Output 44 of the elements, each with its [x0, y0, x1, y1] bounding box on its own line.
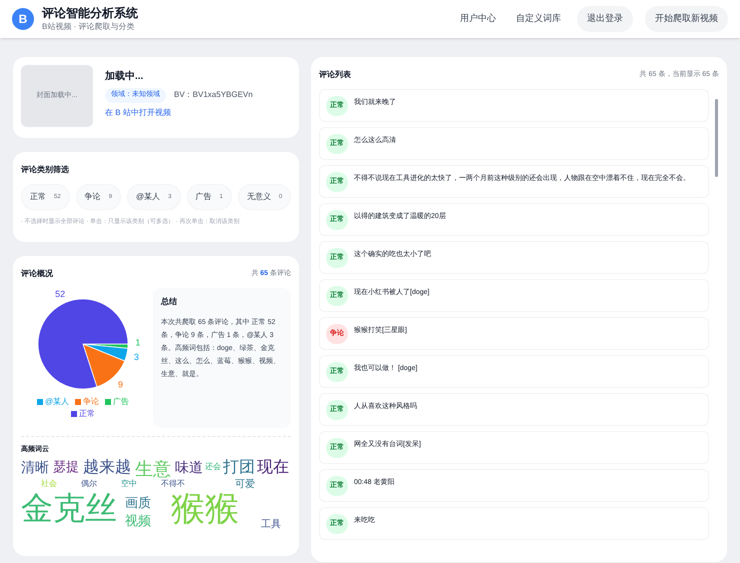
nav-link[interactable]: 自定义词库	[512, 12, 565, 26]
legend-label: 正常	[79, 408, 95, 420]
word-cloud-word: 工具	[261, 520, 281, 530]
legend-item: 广告	[105, 396, 130, 408]
legend-item: 争论	[75, 396, 100, 408]
slice-value-label: 9	[118, 379, 123, 390]
slice-value-label: 52	[55, 289, 66, 299]
word-cloud-word: 不得不	[161, 480, 185, 488]
open-video-link[interactable]: 在 B 站中打开视频	[105, 106, 253, 118]
header-button[interactable]: 退出登录	[577, 6, 633, 32]
logo-icon: B	[12, 8, 34, 30]
word-cloud-word: 现在	[257, 460, 289, 476]
header-button[interactable]: 开始爬取新视频	[645, 6, 728, 32]
section-title: 评论类别筛选	[21, 164, 70, 176]
legend-label: @某人	[44, 396, 70, 408]
bv-id: BV：BV1xa5YBGEVn	[174, 89, 253, 102]
word-cloud-word: 清晰	[21, 460, 49, 474]
slice-value-label: 3	[134, 352, 139, 362]
word-cloud-word: 生意	[135, 460, 171, 478]
slice-value-label: 1	[135, 338, 140, 348]
word-cloud-word: 画质	[125, 496, 151, 508]
legend-label: 广告	[113, 396, 130, 408]
word-cloud-word: 瑟提	[53, 460, 79, 472]
word-cloud-word: 打团	[223, 460, 255, 476]
legend-item: @某人	[36, 396, 70, 408]
word-cloud-word: 味道	[175, 460, 203, 474]
word-cloud-word: 还会	[205, 462, 221, 470]
word-cloud-word: 偶尔	[81, 480, 97, 488]
summary-title: 总结	[161, 296, 178, 308]
app-title: 评论智能分析系统	[42, 5, 138, 21]
section-title: 评论概况	[21, 268, 53, 280]
legend-item: 正常	[71, 408, 95, 420]
word-cloud-word: 金克丝	[21, 492, 117, 524]
app-subtitle: B站视频 · 评论爬取与分类	[42, 21, 136, 33]
video-title: 加载中...	[105, 70, 144, 84]
word-cloud-word: 空中	[121, 480, 137, 488]
word-cloud-word: 社会	[41, 480, 57, 488]
word-cloud-word: 越来越	[83, 460, 131, 476]
word-cloud-word: 猴猴	[171, 492, 239, 526]
nav-link[interactable]: 用户中心	[456, 12, 500, 26]
legend-label: 争论	[83, 396, 100, 408]
section-title: 评论列表	[319, 69, 351, 81]
word-cloud-word: 可爱	[235, 480, 255, 490]
word-cloud-word: 视频	[125, 514, 151, 526]
